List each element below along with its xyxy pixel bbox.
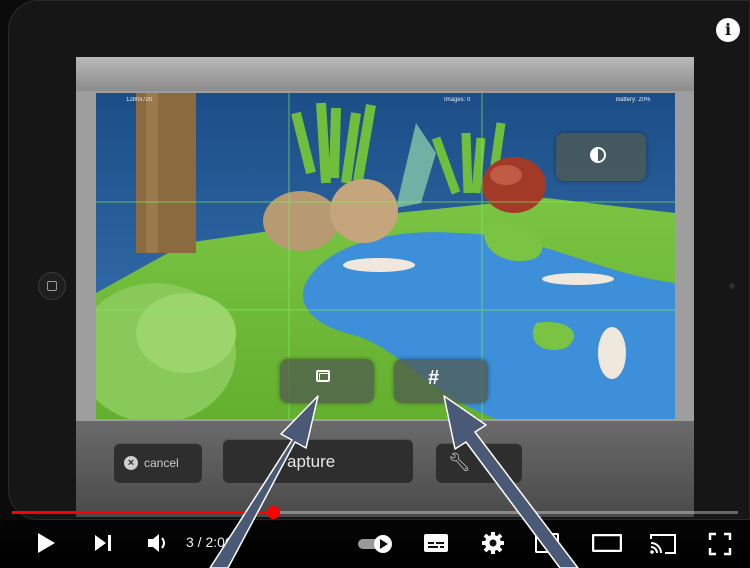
overlay-toggle-button[interactable] <box>280 359 374 403</box>
progress-bar[interactable] <box>12 506 738 519</box>
volume-icon[interactable] <box>147 532 171 554</box>
info-icon[interactable]: i <box>716 18 740 42</box>
battery-status: Battery: 20% <box>616 97 651 103</box>
grid-toggle-button[interactable]: # <box>394 359 488 403</box>
resolution-readout: 1280x720 <box>126 97 153 103</box>
theater-mode-icon[interactable] <box>592 534 622 552</box>
capture-label: apture <box>287 452 336 471</box>
settings-gear-icon[interactable] <box>481 531 505 555</box>
wrench-icon: 🔧︎ <box>448 452 471 472</box>
home-button[interactable] <box>38 272 66 300</box>
subtitles-icon[interactable] <box>423 533 449 553</box>
camera-preview[interactable]: 1280x720 Images: 0 Battery: 20% # <box>96 93 675 419</box>
contrast-button[interactable] <box>556 133 646 181</box>
play-icon[interactable] <box>36 532 56 554</box>
progress-played <box>12 511 274 514</box>
time-display: 3 / 2:06 <box>186 534 233 550</box>
capture-button[interactable]: apture <box>223 439 413 483</box>
contrast-icon <box>590 147 606 163</box>
autoplay-toggle-icon[interactable] <box>357 533 395 553</box>
app-screen: 1280x720 Images: 0 Battery: 20% # × canc… <box>76 57 694 517</box>
next-icon[interactable] <box>94 534 114 552</box>
grid-icon: # <box>428 367 440 389</box>
screen-top-bar <box>76 57 694 91</box>
cancel-icon: × <box>124 456 138 470</box>
miniplayer-icon[interactable] <box>535 533 559 553</box>
frame-overlay-icon <box>316 370 330 382</box>
cancel-button[interactable]: × cancel <box>114 443 202 483</box>
image-count: Images: 0 <box>444 97 471 103</box>
cancel-label: cancel <box>144 456 179 470</box>
camera-dot <box>729 283 735 289</box>
tools-button[interactable]: 🔧︎ <box>436 443 522 483</box>
fullscreen-icon[interactable] <box>708 532 732 556</box>
cast-icon[interactable] <box>650 532 676 554</box>
app-bottom-toolbar: × cancel apture 🔧︎ <box>76 421 694 517</box>
